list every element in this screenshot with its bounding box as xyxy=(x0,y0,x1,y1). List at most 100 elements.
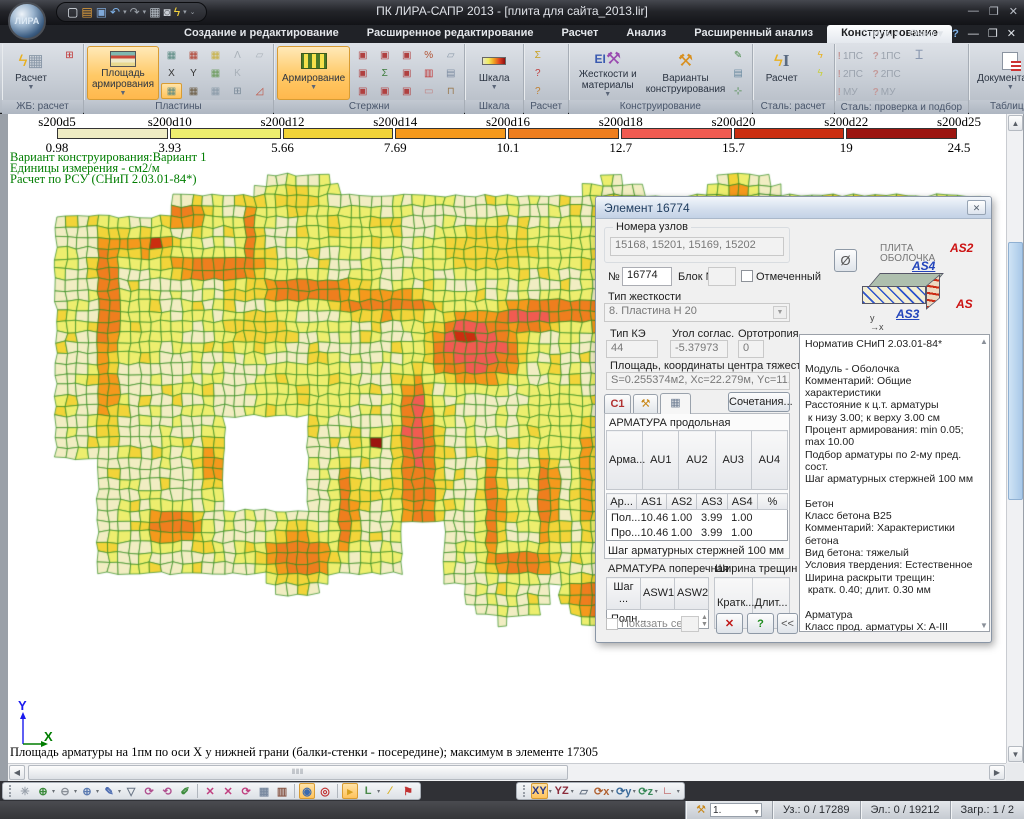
menu-style[interactable]: Стиль ▾ xyxy=(860,27,900,40)
ribbon-small-icon[interactable]: ▦ xyxy=(183,47,204,63)
show-section-checkbox[interactable] xyxy=(606,618,618,630)
toolbar-icon[interactable]: ▦ xyxy=(256,783,272,799)
doc-close-icon[interactable]: ✕ xyxy=(1007,27,1016,40)
chevron-down-icon[interactable]: ▼ xyxy=(773,306,787,319)
design-variants-button[interactable]: ⚒ Варианты конструирования xyxy=(645,46,725,100)
toolbar-icon[interactable]: ✕ xyxy=(220,783,236,799)
toolbar-icon[interactable]: YZ xyxy=(554,783,570,799)
horizontal-scrollbar[interactable]: ◀ ⦀⦀⦀ ▶ xyxy=(8,763,1006,781)
ribbon-small-icon[interactable] xyxy=(249,65,270,81)
ribbon-small-icon[interactable]: ▣ xyxy=(352,47,373,63)
toolbar-icon[interactable]: ⟳y xyxy=(616,783,632,799)
ribbon-small-icon[interactable]: ▥ xyxy=(418,65,439,81)
ribbon-small-icon[interactable]: ▱ xyxy=(249,47,270,63)
toolbar-icon[interactable]: ✕ xyxy=(202,783,218,799)
toolbar-icon[interactable]: ⟳z xyxy=(638,783,654,799)
ribbon-small-icon[interactable]: ▣ xyxy=(352,83,373,99)
scale-button[interactable]: Шкала ▼ xyxy=(468,46,520,100)
scroll-up-button[interactable]: ▲ xyxy=(1008,115,1023,131)
toolbar-icon[interactable]: ⟲ xyxy=(159,783,175,799)
tab-расширенное-редактирование[interactable]: Расширенное редактирование xyxy=(353,25,548,43)
tab-c1[interactable]: C1 xyxy=(604,394,631,413)
toolbar-icon[interactable]: ▸ xyxy=(342,783,358,799)
menu-window[interactable]: Окно ▾ xyxy=(909,27,943,40)
ribbon-small-icon[interactable]: ✎ xyxy=(728,47,749,63)
scroll-left-button[interactable]: ◀ xyxy=(9,765,25,780)
toolbar-icon[interactable]: ⊕ xyxy=(79,783,95,799)
ribbon-small-icon[interactable]: % xyxy=(418,47,439,63)
tab-расчет[interactable]: Расчет xyxy=(547,25,612,43)
toolbar-icon[interactable]: ⟳x xyxy=(594,783,610,799)
scroll-down-icon[interactable]: ▼ xyxy=(980,621,988,630)
toolbar-icon[interactable]: ✳ xyxy=(17,783,33,799)
minimize-button[interactable]: — xyxy=(968,5,979,18)
close-button[interactable]: ✕ xyxy=(1009,5,1018,18)
tab-hammer[interactable]: ⚒ xyxy=(633,394,658,413)
ribbon-small-icon[interactable]: ▣ xyxy=(374,83,395,99)
plate-reinf-area-button[interactable]: Площадь армирования ▼ xyxy=(87,46,159,100)
horizontal-scroll-thumb[interactable]: ⦀⦀⦀ xyxy=(28,765,568,780)
toolbar-icon[interactable]: ⊕ xyxy=(35,783,51,799)
toolbar-icon[interactable]: ✎ xyxy=(101,783,117,799)
marked-checkbox[interactable] xyxy=(741,270,753,282)
steel-calc-button[interactable]: ϟI Расчет xyxy=(756,46,808,100)
restore-button[interactable]: ❐ xyxy=(989,5,999,18)
node-numbers-field[interactable]: 15168, 15201, 15169, 15202 xyxy=(610,237,784,256)
dialog-close-button[interactable]: ✕ xyxy=(967,200,986,215)
ibeam-icon[interactable]: Ɪ xyxy=(909,46,930,62)
ribbon-small-icon[interactable]: Σ xyxy=(527,47,548,63)
toolbar-icon[interactable]: ◎ xyxy=(317,783,333,799)
vertical-scrollbar[interactable]: ▲ ▼ xyxy=(1006,114,1023,763)
ribbon-small-icon[interactable]: Y xyxy=(183,65,204,81)
ribbon-small-icon[interactable]: ⊞ xyxy=(227,83,248,99)
toolbar-icon[interactable]: ∟ xyxy=(660,783,676,799)
delete-button[interactable]: ✕ xyxy=(716,613,743,634)
ribbon-small-icon[interactable]: K xyxy=(227,65,248,81)
toolbar-icon[interactable]: ▥ xyxy=(274,783,290,799)
ribbon-small-icon[interactable]: Σ xyxy=(374,65,395,81)
ribbon-small-icon[interactable]: ▭ xyxy=(418,83,439,99)
ribbon-small-icon[interactable]: ◿ xyxy=(249,83,270,99)
ribbon-small-icon[interactable]: ▣ xyxy=(396,47,417,63)
stiffness-materials-button[interactable]: EI⚒ Жесткости и материалы ▼ xyxy=(572,46,643,100)
ribbon-small-icon[interactable]: Λ xyxy=(227,47,248,63)
ribbon-small-icon[interactable]: ? xyxy=(527,83,548,99)
vertical-scroll-thumb[interactable] xyxy=(1008,242,1023,500)
section-number-field[interactable] xyxy=(681,616,699,632)
ribbon-small-icon[interactable]: ▤ xyxy=(440,65,461,81)
spinner-icons[interactable]: ▲▼ xyxy=(701,614,708,628)
ribbon-small-icon[interactable]: ▣ xyxy=(396,83,417,99)
scroll-up-icon[interactable]: ▲ xyxy=(980,337,988,346)
help-button[interactable]: ? xyxy=(747,613,774,634)
combinations-button[interactable]: Сочетания... xyxy=(728,392,790,412)
ribbon-small-icon[interactable]: ϟ xyxy=(810,65,831,81)
toolbar-icon[interactable]: ◉ xyxy=(299,783,315,799)
variant-combo[interactable]: 1.▼ xyxy=(710,803,762,817)
doc-minimize-icon[interactable]: — xyxy=(968,28,979,40)
element-info-text[interactable]: Норматив СНиП 2.03.01-84* Модуль - Оболо… xyxy=(799,334,990,632)
toolbar-icon[interactable]: ⟳ xyxy=(238,783,254,799)
ribbon-small-icon[interactable]: X xyxy=(161,65,182,81)
stiffness-combo[interactable]: 8. Пластина Н 20 ▼ xyxy=(604,303,790,322)
tab-анализ[interactable]: Анализ xyxy=(612,25,680,43)
tab-cube[interactable]: ▦ xyxy=(660,393,691,414)
toolbar-icon[interactable]: ✐ xyxy=(177,783,193,799)
as-table[interactable]: Ар...AS1AS2AS3AS4%Пол...10.461.003.991.0… xyxy=(606,493,788,541)
ribbon-small-icon[interactable]: ▦ xyxy=(205,65,226,81)
documentation-button[interactable]: Документация ▼ xyxy=(972,46,1024,100)
scroll-right-button[interactable]: ▶ xyxy=(989,765,1005,780)
toolbar-icon[interactable]: L xyxy=(360,783,376,799)
ribbon-small-icon[interactable]: ▤ xyxy=(728,65,749,81)
bar-reinf-button[interactable]: Армирование ▼ xyxy=(277,46,350,100)
element-number-input[interactable]: 16774 xyxy=(622,267,672,286)
ribbon-small-icon[interactable]: ▦ xyxy=(161,47,182,63)
null-stiffness-button[interactable]: Ø xyxy=(834,249,857,272)
doc-restore-icon[interactable]: ❐ xyxy=(988,27,998,40)
scroll-down-button[interactable]: ▼ xyxy=(1008,746,1023,762)
ribbon-small-icon[interactable]: ▦ xyxy=(183,83,204,99)
toolbar-icon[interactable]: ⊖ xyxy=(57,783,73,799)
ribbon-small-icon[interactable]: ϟ xyxy=(810,47,831,63)
ribbon-small-icon[interactable]: ▣ xyxy=(374,47,395,63)
tab-расширенный-анализ[interactable]: Расширенный анализ xyxy=(680,25,827,43)
ribbon-small-icon[interactable]: ▦ xyxy=(205,47,226,63)
